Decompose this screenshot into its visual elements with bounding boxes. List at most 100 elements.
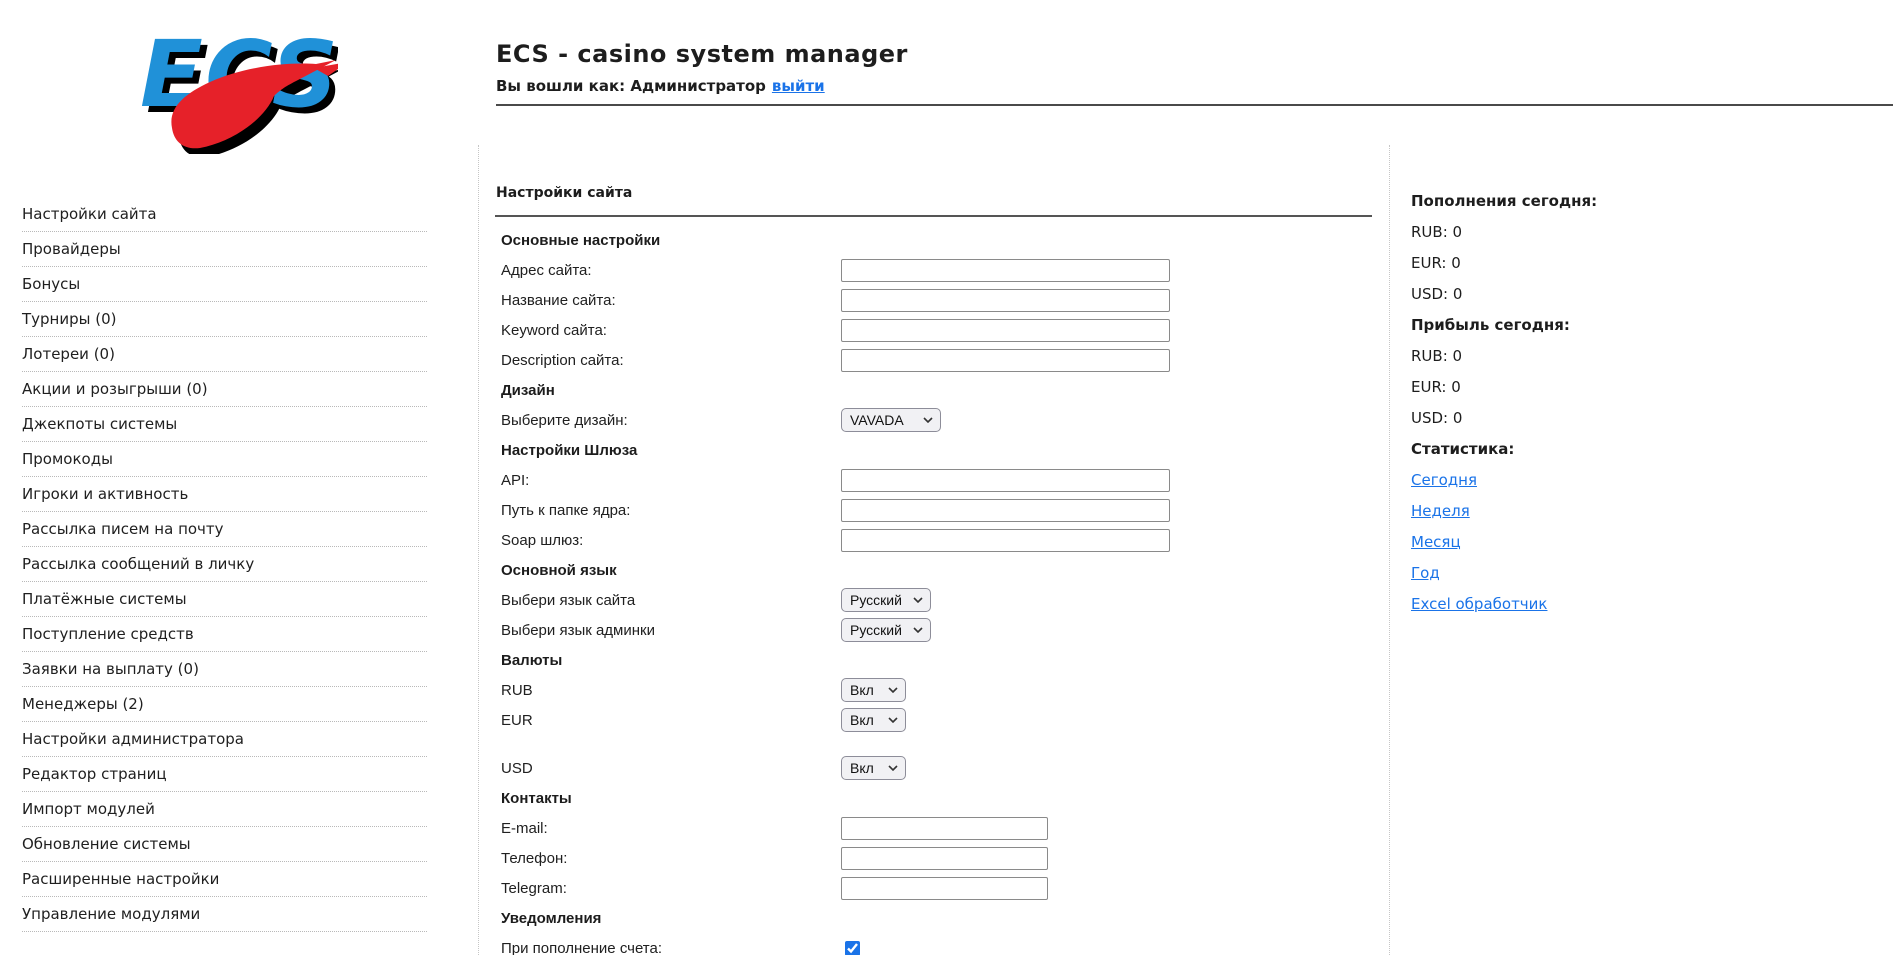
deposits-rub: RUB: 0 [1411,222,1463,241]
sidebar-item-providers[interactable]: Провайдеры [22,232,427,267]
admin-language-select-wrap: Русский [841,618,931,642]
section-design: Дизайн [501,381,555,399]
section-gateway-settings: Настройки Шлюза [501,441,638,459]
stat-link-excel[interactable]: Excel обработчик [1411,595,1547,613]
field-label: USD [501,759,533,777]
field-label: E-mail: [501,819,548,837]
rub-select[interactable]: Вкл [842,679,905,701]
sidebar-item-tournaments[interactable]: Турниры (0) [22,302,427,337]
profit-usd: USD: 0 [1411,408,1463,427]
field-label: Keyword сайта: [501,321,607,339]
sidebar-item-advanced-settings[interactable]: Расширенные настройки [22,862,427,897]
field-label: Название сайта: [501,291,616,309]
sidebar-item-jackpots[interactable]: Джекпоты системы [22,407,427,442]
form-row: Основные настройки [495,225,1372,255]
sidebar-menu: Настройки сайта Провайдеры Бонусы Турнир… [22,197,427,932]
section-notifications: Уведомления [501,909,602,927]
section-contacts: Контакты [501,789,572,807]
form-row: Выбери язык сайта Русский [495,585,1372,615]
site-name-input[interactable] [841,288,1170,312]
field-label: Путь к папке ядра: [501,501,631,519]
core-folder-path-input[interactable] [841,498,1170,522]
telegram-input[interactable] [841,876,1048,900]
site-settings-form: Основные настройки Адрес сайта: Название… [495,225,1372,955]
field-label: Description сайта: [501,351,624,369]
form-row: Keyword сайта: [495,315,1372,345]
sidebar-item-promocodes[interactable]: Промокоды [22,442,427,477]
sidebar-item-incoming-funds[interactable]: Поступление средств [22,617,427,652]
stat-link-today[interactable]: Сегодня [1411,471,1477,489]
form-row: Настройки Шлюза [495,435,1372,465]
deposit-notification-checkbox[interactable] [845,940,860,955]
logout-link[interactable]: выйти [772,77,825,95]
statistics-title: Статистика: [1411,439,1515,458]
field-label: API: [501,471,530,489]
sidebar-item-page-editor[interactable]: Редактор страниц [22,757,427,792]
form-row: Основной язык [495,555,1372,585]
sidebar-item-email-mailing[interactable]: Рассылка писем на почту [22,512,427,547]
site-language-select-wrap: Русский [841,588,931,612]
form-row: Телефон: [495,843,1372,873]
api-input[interactable] [841,468,1170,492]
site-keyword-input[interactable] [841,318,1170,342]
sidebar-item-module-management[interactable]: Управление модулями [22,897,427,932]
site-description-input[interactable] [841,348,1170,372]
sidebar-item-managers[interactable]: Менеджеры (2) [22,687,427,722]
panel-title: Настройки сайта [496,185,633,201]
sidebar-item-promotions[interactable]: Акции и розыгрыши (0) [22,372,427,407]
stat-link-year[interactable]: Год [1411,564,1440,582]
login-status: Вы вошли как: Администратор выйти [496,77,1893,95]
sidebar-item-payment-systems[interactable]: Платёжные системы [22,582,427,617]
sidebar-item-site-settings[interactable]: Настройки сайта [22,197,427,232]
usd-select-wrap: Вкл [841,756,906,780]
header-right: ECS - casino system manager Вы вошли как… [496,40,1893,95]
admin-language-select[interactable]: Русский [842,619,930,641]
deposits-eur: EUR: 0 [1411,253,1461,272]
design-select[interactable]: VAVADA [842,409,940,431]
site-settings-panel: Настройки сайта Основные настройки Адрес… [478,145,1389,955]
soap-gateway-input[interactable] [841,528,1170,552]
form-row: RUB Вкл [495,675,1372,705]
field-label: Soap шлюз: [501,531,584,549]
rub-select-wrap: Вкл [841,678,906,702]
eur-select[interactable]: Вкл [842,709,905,731]
field-label: При пополнение счета: [501,939,663,955]
ecs-logo: ECS ECS [140,21,338,154]
sidebar-item-admin-settings[interactable]: Настройки администратора [22,722,427,757]
field-label: Выберите дизайн: [501,411,628,429]
form-row: USD Вкл [495,753,1372,783]
login-status-text: Вы вошли как: Администратор [496,77,766,95]
form-row: API: [495,465,1372,495]
body: Настройки сайта Провайдеры Бонусы Турнир… [0,145,1903,955]
sidebar-item-module-import[interactable]: Импорт модулей [22,792,427,827]
usd-select[interactable]: Вкл [842,757,905,779]
header: ECS ECS ECS - casino system manager Вы в… [0,0,1903,154]
sidebar-item-pm-mailing[interactable]: Рассылка сообщений в личку [22,547,427,582]
header-divider [496,104,1893,106]
sidebar-item-lotteries[interactable]: Лотереи (0) [22,337,427,372]
sidebar-item-players[interactable]: Игроки и активность [22,477,427,512]
stats-panel: Пополнения сегодня: RUB: 0 EUR: 0 USD: 0… [1389,145,1903,955]
stat-link-month[interactable]: Месяц [1411,533,1461,551]
field-label: Адрес сайта: [501,261,592,279]
design-select-wrap: VAVADA [841,408,941,432]
site-address-input[interactable] [841,258,1170,282]
form-row: E-mail: [495,813,1372,843]
form-row: Путь к папке ядра: [495,495,1372,525]
field-label: RUB [501,681,533,699]
section-main-language: Основной язык [501,561,617,579]
field-label: Telegram: [501,879,567,897]
sidebar-item-bonuses[interactable]: Бонусы [22,267,427,302]
stat-link-week[interactable]: Неделя [1411,502,1470,520]
form-row: Soap шлюз: [495,525,1372,555]
sidebar-item-system-update[interactable]: Обновление системы [22,827,427,862]
email-input[interactable] [841,816,1048,840]
form-row: Название сайта: [495,285,1372,315]
sidebar-item-payout-requests[interactable]: Заявки на выплату (0) [22,652,427,687]
form-row: Адрес сайта: [495,255,1372,285]
site-language-select[interactable]: Русский [842,589,930,611]
form-row: Дизайн [495,375,1372,405]
form-row: Уведомления [495,903,1372,933]
phone-input[interactable] [841,846,1048,870]
form-row: Telegram: [495,873,1372,903]
